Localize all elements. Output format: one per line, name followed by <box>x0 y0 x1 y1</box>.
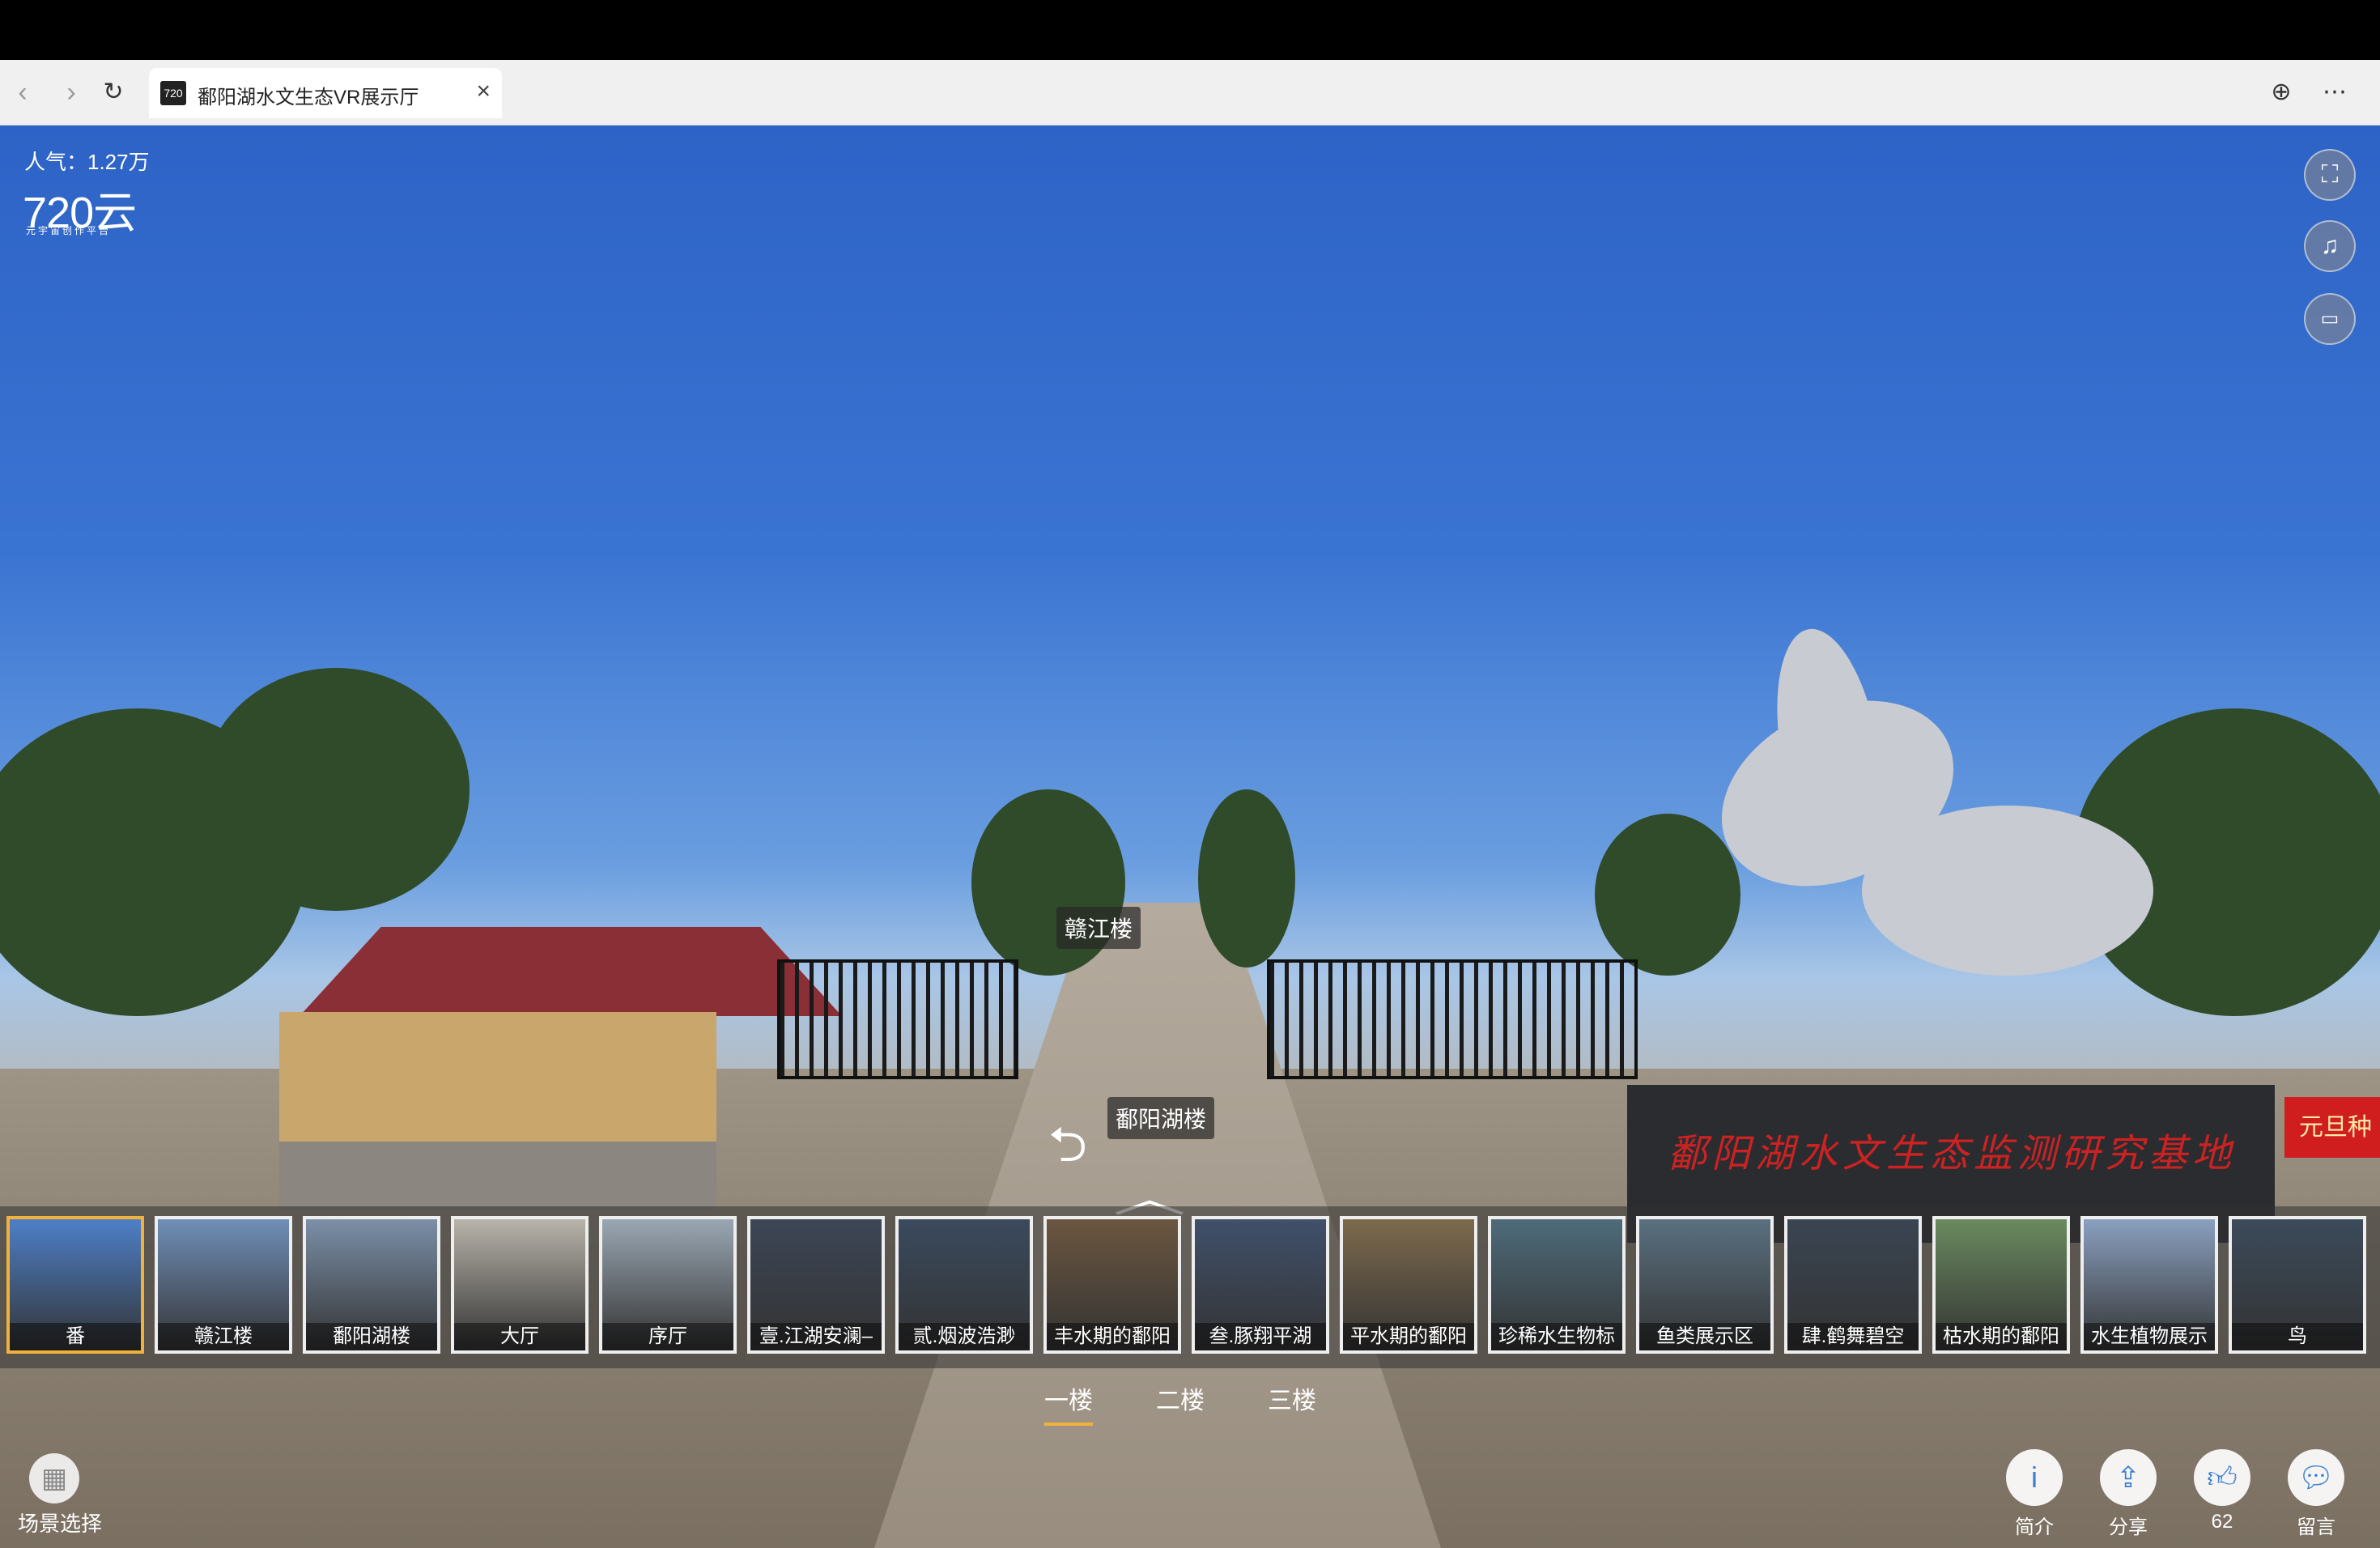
grid-icon[interactable]: ▦ <box>29 1453 79 1503</box>
like-count: 62 <box>2211 1511 2233 1533</box>
vr-glasses-icon[interactable]: ▭ <box>2304 293 2356 345</box>
share-label: 分享 <box>2109 1516 2148 1538</box>
scene-select-label[interactable]: 场景选择 <box>18 1508 102 1537</box>
comment-icon[interactable]: 💬︎ <box>2288 1449 2344 1506</box>
scene-thumbnail-label: 大厅 <box>454 1323 585 1350</box>
tree <box>1595 814 1740 976</box>
gate-left <box>777 959 1018 1079</box>
scene-thumbnail[interactable]: 丰水期的鄱阳 <box>1043 1216 1181 1354</box>
tab-title: 鄱阳湖水文生态VR展示厅 <box>198 87 419 108</box>
guardhouse-roof <box>300 927 842 1016</box>
close-icon[interactable]: × <box>476 78 491 105</box>
guardhouse-base <box>279 1142 716 1210</box>
scene-thumbnail[interactable]: 平水期的鄱阳 <box>1340 1216 1477 1354</box>
scene-thumbnail-label: 番 <box>10 1323 141 1350</box>
brand-tagline: 元宇宙创作平台 <box>26 225 112 236</box>
scene-strip: 番赣江楼 鄱阳湖楼 大厅 序厅 壹.江湖安澜– 贰.烟波浩渺 丰水期的鄱阳 叁.豚翔平湖 平水期… <box>0 1206 2380 1368</box>
gate-right <box>1267 959 1638 1079</box>
scene-thumbnail[interactable]: 肆.鹤舞碧空 <box>1784 1216 1922 1354</box>
scene-thumbnail-label: 枯水期的鄱阳 <box>1936 1323 2067 1350</box>
floor-tabs: 一楼 二楼 三楼 <box>1044 1380 1316 1426</box>
scene-thumbnail-label: 序厅 <box>602 1323 733 1350</box>
hotspot-ganjiang[interactable]: 赣江楼 <box>1056 907 1141 949</box>
nav-arrow-icon[interactable]: ⮌ <box>1048 1109 1087 1192</box>
scene-thumbnail-label: 贰.烟波浩渺 <box>899 1323 1030 1350</box>
scene-thumbnail-label: 赣江楼 <box>158 1323 289 1350</box>
scene-thumbnail[interactable]: 鸟 <box>2229 1216 2366 1354</box>
music-icon[interactable]: ♫ <box>2304 220 2356 272</box>
top-black-bar <box>0 0 2380 60</box>
red-banner: 元旦种 <box>2284 1097 2380 1158</box>
scene-thumbnail-label: 壹.江湖安澜– <box>750 1323 882 1350</box>
scene-thumbnail-label: 水生植物展示 <box>2084 1323 2215 1350</box>
tree <box>202 668 470 911</box>
scene-thumbnail[interactable]: 珍稀水生物标 <box>1488 1216 1626 1354</box>
scene-thumbnail-label: 肆.鹤舞碧空 <box>1787 1323 1919 1350</box>
reload-icon[interactable]: ↻ <box>96 74 131 110</box>
scene-thumbnail-label: 丰水期的鄱阳 <box>1047 1323 1178 1350</box>
floor-tab[interactable]: 三楼 <box>1268 1380 1316 1426</box>
share-icon[interactable]: ⇪ <box>2100 1449 2157 1506</box>
floor-tab[interactable]: 一楼 <box>1044 1380 1093 1426</box>
browser-toolbar: ‹ › ↻ 720 鄱阳湖水文生态VR展示厅 × ⊕ ⋯ <box>0 60 2380 125</box>
scene-thumbnail-label: 平水期的鄱阳 <box>1343 1323 1474 1350</box>
wave-sculpture <box>1862 806 2153 976</box>
scene-thumbnail[interactable]: 番 <box>6 1216 144 1354</box>
scene-thumbnail[interactable]: 鄱阳湖楼 <box>303 1216 440 1354</box>
scene-thumbnail[interactable]: 壹.江湖安澜– <box>747 1216 885 1354</box>
floor-tab[interactable]: 二楼 <box>1156 1380 1205 1426</box>
scene-thumbnail[interactable]: 大厅 <box>451 1216 589 1354</box>
popularity-count: 人气：1.27万 <box>24 150 150 174</box>
scene-thumbnail[interactable]: 序厅 <box>599 1216 737 1354</box>
intro-label: 简介 <box>2015 1516 2054 1538</box>
scene-thumbnail-label: 鄱阳湖楼 <box>306 1323 437 1350</box>
forward-icon[interactable]: › <box>53 74 89 110</box>
favicon: 720 <box>160 81 186 105</box>
scene-thumbnail-label: 叁.豚翔平湖 <box>1195 1323 1326 1350</box>
pedestal-inscription: 鄱阳湖水文生态监测研究基地 <box>1668 1131 2237 1176</box>
globe-icon[interactable]: ⊕ <box>2263 74 2299 110</box>
scene-thumbnail[interactable]: 枯水期的鄱阳 <box>1932 1216 2070 1354</box>
scene-thumbnail-label: 鱼类展示区 <box>1639 1323 1770 1350</box>
more-icon[interactable]: ⋯ <box>2317 74 2352 110</box>
browser-tab[interactable]: 720 鄱阳湖水文生态VR展示厅 × <box>149 68 502 118</box>
hotspot-poyang[interactable]: 鄱阳湖楼 <box>1107 1097 1215 1139</box>
scene-thumbnail[interactable]: 赣江楼 <box>155 1216 292 1354</box>
scene-thumbnail[interactable]: 贰.烟波浩渺 <box>895 1216 1033 1354</box>
info-icon[interactable]: i <box>2006 1449 2063 1506</box>
like-icon[interactable]: 👍︎ <box>2194 1449 2250 1506</box>
scene-thumbnail[interactable]: 鱼类展示区 <box>1636 1216 1774 1354</box>
scene-thumbnail[interactable]: 水生植物展示 <box>2080 1216 2218 1354</box>
scene-thumbnail-label: 鸟 <box>2232 1323 2363 1350</box>
back-icon[interactable]: ‹ <box>5 74 40 110</box>
fullscreen-icon[interactable]: ⛶ <box>2304 149 2356 201</box>
scene-thumbnail-label: 珍稀水生物标 <box>1491 1323 1622 1350</box>
tree <box>1198 789 1295 968</box>
scene-thumbnail[interactable]: 叁.豚翔平湖 <box>1192 1216 1329 1354</box>
comment-label: 留言 <box>2297 1516 2335 1538</box>
